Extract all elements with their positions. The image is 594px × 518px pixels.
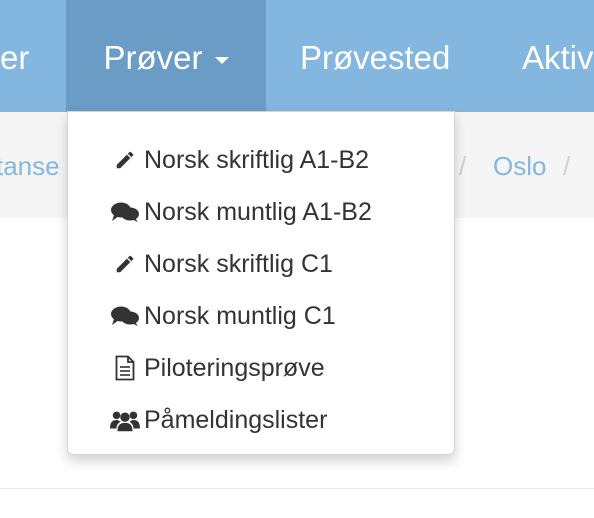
menu-item-label: Norsk muntlig C1	[144, 301, 336, 330]
content-divider	[0, 488, 594, 489]
menu-item-norsk-skriftlig-c1[interactable]: Norsk skriftlig C1	[68, 238, 454, 290]
nav-item-label: Prøvested	[300, 39, 451, 76]
menu-item-norsk-muntlig-a1-b2[interactable]: Norsk muntlig A1-B2	[68, 186, 454, 238]
menu-item-norsk-skriftlig-a1-b2[interactable]: Norsk skriftlig A1-B2	[68, 134, 454, 186]
users-icon	[110, 408, 140, 432]
menu-item-label: Norsk skriftlig A1-B2	[144, 145, 370, 174]
menu-item-label: Norsk skriftlig C1	[144, 249, 333, 278]
menu-item-label: Piloteringsprøve	[144, 353, 325, 382]
nav-item-aktiv[interactable]: Aktiv	[522, 0, 594, 112]
menu-item-norsk-muntlig-c1[interactable]: Norsk muntlig C1	[68, 290, 454, 342]
nav-item-prover[interactable]: Prøver	[66, 0, 266, 112]
document-icon	[110, 355, 140, 381]
breadcrumb-link-oslo[interactable]: Oslo	[493, 146, 546, 186]
nav-item-previous[interactable]: er	[0, 0, 29, 112]
prover-dropdown-menu: Norsk skriftlig A1-B2 Norsk muntlig A1-B…	[67, 111, 455, 455]
comments-icon	[110, 201, 140, 223]
comments-icon	[110, 305, 140, 327]
menu-item-piloteringsprove[interactable]: Piloteringsprøve	[68, 342, 454, 394]
nav-item-label: Prøver	[103, 39, 203, 76]
nav-item-label: er	[0, 39, 30, 76]
caret-down-icon	[214, 56, 229, 64]
top-navbar: er Prøver Prøvested Aktiv	[0, 0, 594, 112]
breadcrumb-link-partial[interactable]: tanse	[0, 146, 60, 186]
pencil-icon	[110, 149, 140, 171]
breadcrumb-separator: /	[563, 151, 571, 181]
menu-item-label: Påmeldingslister	[144, 405, 328, 434]
pencil-icon	[110, 253, 140, 275]
breadcrumb-separator: /	[459, 151, 467, 181]
nav-item-label: Aktiv	[522, 39, 594, 76]
menu-item-pameldingslister[interactable]: Påmeldingslister	[68, 394, 454, 446]
menu-item-label: Norsk muntlig A1-B2	[144, 197, 372, 226]
nav-item-provested[interactable]: Prøvested	[300, 0, 450, 112]
